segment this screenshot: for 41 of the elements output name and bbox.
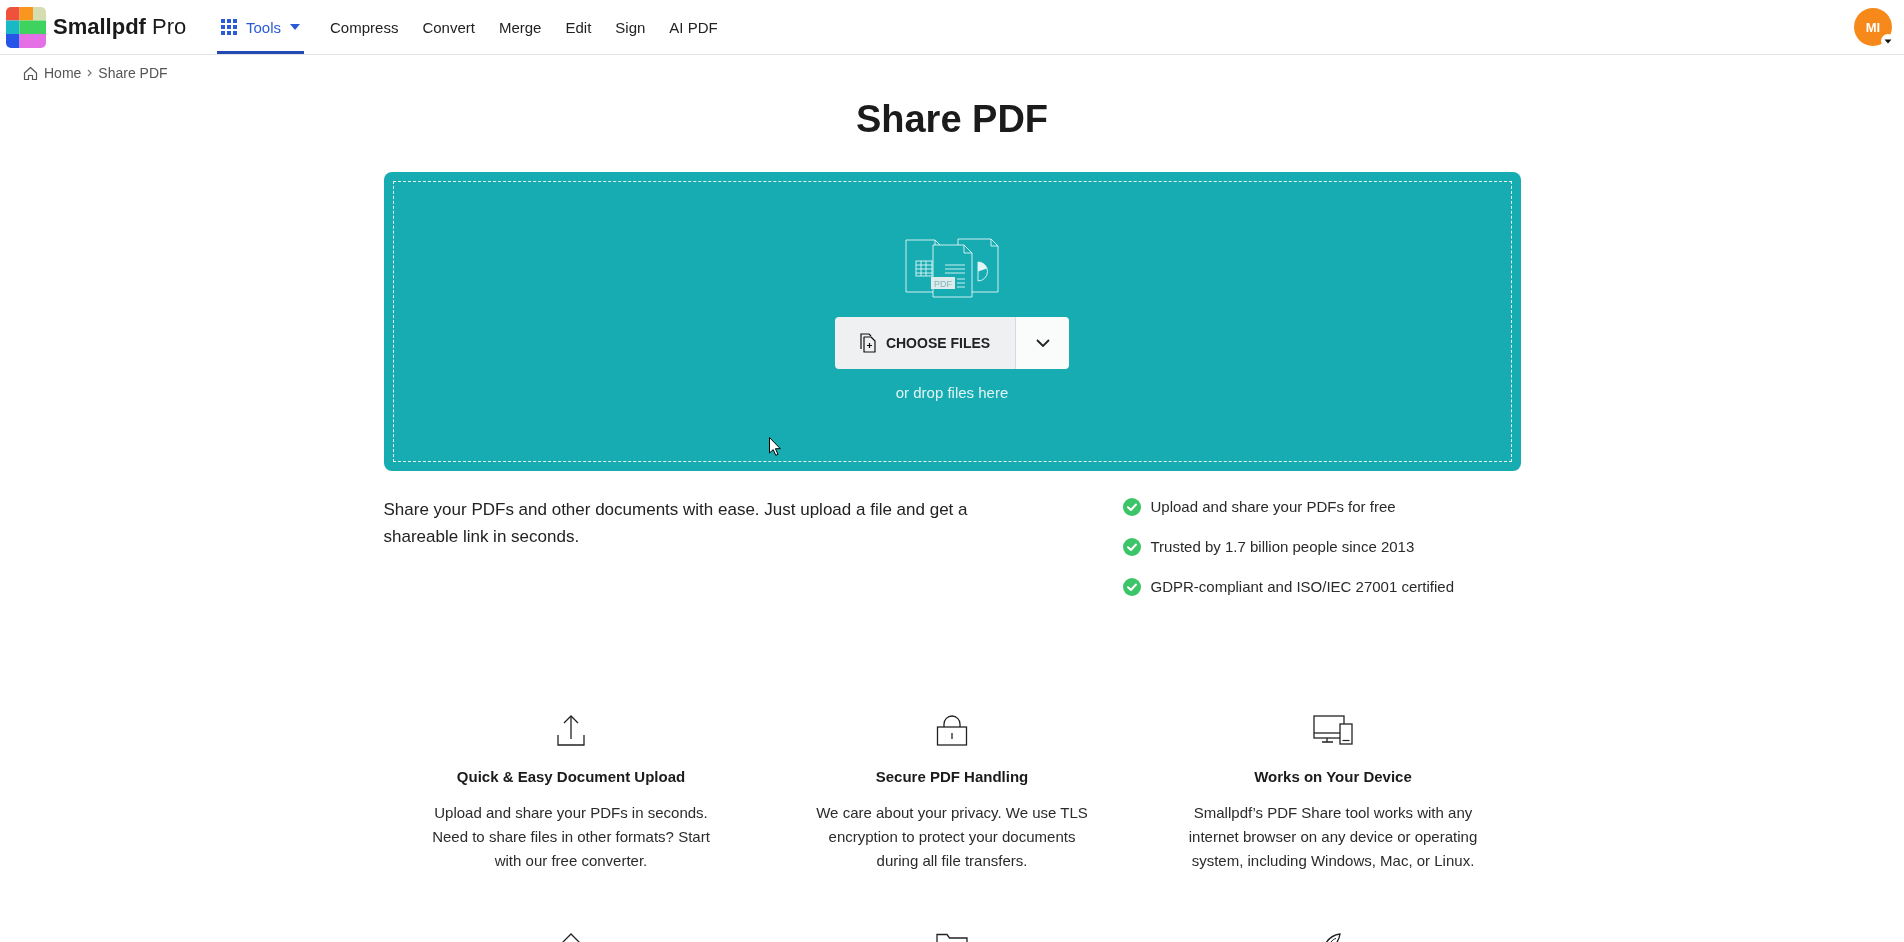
grid-icon — [221, 19, 237, 35]
check-circle-icon — [1122, 538, 1141, 556]
choose-files-button[interactable]: CHOOSE FILES — [835, 317, 1015, 369]
tools-menu-tab[interactable]: Tools — [217, 0, 305, 54]
breadcrumb-current: Share PDF — [98, 65, 168, 81]
caret-down-icon — [290, 24, 301, 30]
feature-icon — [1325, 933, 1341, 942]
check-circle-icon — [1122, 578, 1141, 596]
lock-icon — [936, 714, 968, 746]
nav-link[interactable]: AI PDF — [657, 0, 730, 54]
check-circle-icon — [1122, 498, 1141, 516]
mouse-pointer-icon — [768, 437, 781, 456]
logo-icon[interactable] — [6, 6, 46, 48]
feature-text: Upload and share your PDFs in seconds. Need to share files in other formats? Start with our free converter. — [431, 803, 711, 871]
home-icon[interactable] — [23, 65, 38, 81]
highlight-text: Upload and share your PDFs for free — [1150, 497, 1396, 517]
chevron-down-icon — [1035, 339, 1050, 347]
brand-name[interactable]: Smallpdf Pro — [53, 14, 187, 40]
nav-link[interactable]: Merge — [486, 0, 554, 54]
nav-link[interactable]: Edit — [553, 0, 604, 54]
devices-icon — [1313, 714, 1353, 746]
nav-link[interactable]: Convert — [410, 0, 487, 54]
feature-text: We care about your privacy. We use TLS encryption to protect your documents during all file transfers. — [815, 803, 1089, 871]
file-plus-icon — [859, 333, 876, 353]
feature-title: Secure PDF Handling — [875, 767, 1029, 787]
feature-text: Smallpdf’s PDF Share tool works with any internet browser on any device or operating system, including Windows, Mac, or Linux. — [1187, 803, 1479, 871]
nav-link[interactable]: Sign — [603, 0, 658, 54]
breadcrumb-link[interactable]: Home — [44, 65, 82, 81]
highlight-text: Trusted by 1.7 billion people since 2013 — [1150, 537, 1415, 557]
highlight-text: GDPR-compliant and ISO/IEC 27001 certified — [1150, 577, 1454, 597]
chevron-right-icon — [87, 69, 93, 77]
drop-hint: or drop files here — [895, 383, 1009, 403]
feature-icon — [936, 933, 968, 942]
page-title: Share PDF — [855, 97, 1049, 142]
nav-link[interactable]: Compress — [318, 0, 411, 54]
upload-dropzone[interactable]: PDF CHOOSE FILES or drop files here — [383, 172, 1521, 471]
description-text: Share your PDFs and other documents with ease. Just upload a file and get a shareable link in seconds. — [383, 499, 969, 548]
upload-icon — [557, 714, 585, 746]
feature-title: Quick & Easy Document Upload — [456, 767, 686, 787]
pdf-label: PDF — [934, 278, 952, 289]
feature-title: Works on Your Device — [1254, 767, 1412, 787]
